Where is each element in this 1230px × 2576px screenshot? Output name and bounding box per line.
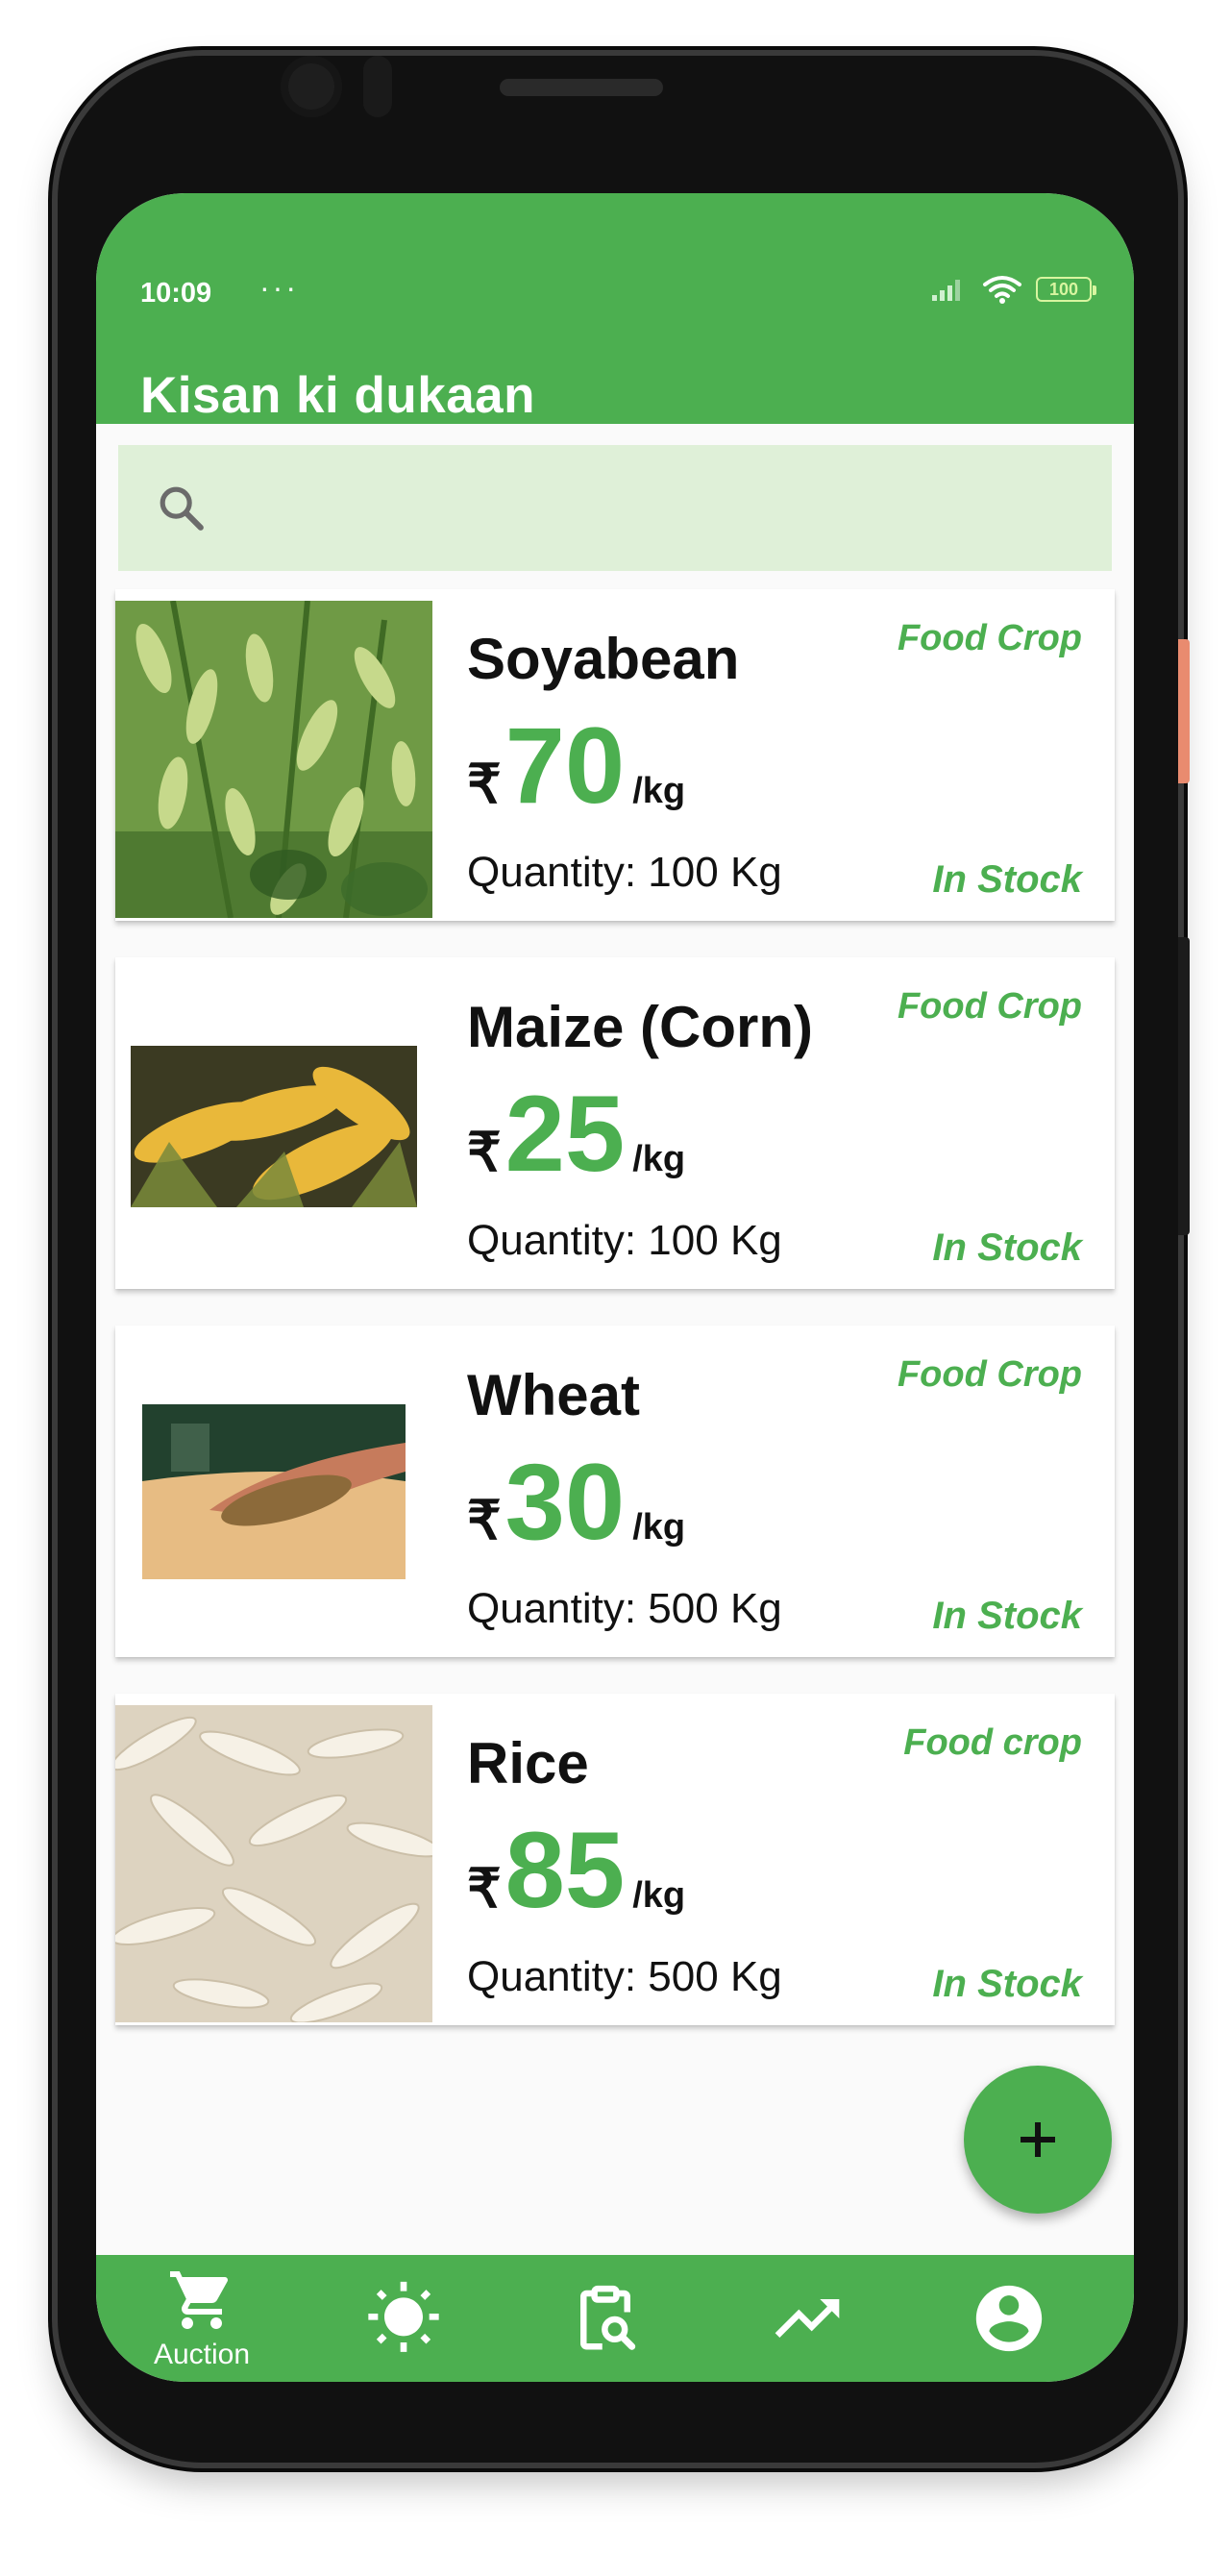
- nav-item-weather[interactable]: [356, 2255, 452, 2382]
- product-card[interactable]: Maize (Corn) Food Crop ₹ 25 /kg Quantity…: [115, 957, 1115, 1289]
- bottom-navigation: Auction: [96, 2255, 1134, 2382]
- price-unit: /kg: [632, 1875, 686, 1916]
- product-category: Food crop: [903, 1722, 1082, 1763]
- app-screen: 10:09 ··· 100 Kisan ki dukaan Soyabean F…: [96, 193, 1134, 2382]
- power-button: [1178, 639, 1190, 783]
- nav-item-auction[interactable]: Auction: [144, 2255, 259, 2382]
- add-product-button[interactable]: [964, 2066, 1112, 2214]
- account-icon: [975, 2285, 1043, 2352]
- product-category: Food Crop: [897, 1354, 1082, 1395]
- stock-status: In Stock: [932, 1595, 1082, 1637]
- nav-item-trends[interactable]: [759, 2255, 855, 2382]
- product-price: 85: [504, 1810, 626, 1930]
- product-name: Maize (Corn): [467, 995, 813, 1059]
- product-card[interactable]: Soyabean Food Crop ₹ 70 /kg Quantity: 10…: [115, 589, 1115, 921]
- price-row: ₹ 85 /kg: [467, 1817, 685, 1924]
- product-quantity: Quantity: 500 Kg: [467, 1585, 782, 1632]
- product-card[interactable]: Wheat Food Crop ₹ 30 /kg Quantity: 500 K…: [115, 1325, 1115, 1657]
- product-card[interactable]: Rice Food crop ₹ 85 /kg Quantity: 500 Kg…: [115, 1694, 1115, 2025]
- battery-icon: 100: [1036, 277, 1096, 302]
- sun-icon: [368, 2281, 439, 2352]
- price-row: ₹ 30 /kg: [467, 1449, 685, 1556]
- soyabean-photo: [115, 601, 432, 918]
- status-time: 10:09: [140, 278, 212, 309]
- price-row: ₹ 70 /kg: [467, 712, 685, 820]
- search-bar[interactable]: [118, 445, 1112, 571]
- status-icons: 100: [930, 274, 1096, 305]
- currency-symbol: ₹: [467, 1122, 502, 1182]
- search-icon[interactable]: [155, 482, 209, 535]
- signal-icon: [932, 280, 960, 301]
- product-quantity: Quantity: 500 Kg: [467, 1953, 782, 2000]
- volume-button: [1178, 937, 1190, 1235]
- stock-status: In Stock: [932, 1226, 1082, 1269]
- product-category: Food Crop: [897, 986, 1082, 1027]
- stock-status: In Stock: [932, 858, 1082, 901]
- product-category: Food Crop: [897, 618, 1082, 658]
- corn-photo: [131, 1046, 417, 1207]
- product-name: Rice: [467, 1731, 589, 1796]
- currency-symbol: ₹: [467, 1858, 502, 1919]
- price-unit: /kg: [632, 1507, 686, 1548]
- status-notification-dots: ···: [259, 270, 299, 305]
- plus-icon: [1021, 2122, 1055, 2157]
- price-unit: /kg: [632, 1139, 686, 1179]
- clipboard-search-icon: [580, 2285, 636, 2350]
- trending-up-icon: [775, 2299, 840, 2338]
- product-price: 70: [504, 706, 626, 826]
- currency-symbol: ₹: [467, 754, 502, 814]
- product-price: 25: [504, 1074, 626, 1194]
- product-price: 30: [504, 1442, 626, 1562]
- product-list: Soyabean Food Crop ₹ 70 /kg Quantity: 10…: [115, 589, 1115, 2062]
- nav-item-orders[interactable]: [557, 2255, 653, 2382]
- product-name: Wheat: [467, 1363, 640, 1427]
- app-bar: 10:09 ··· 100 Kisan ki dukaan: [96, 193, 1134, 424]
- wheat-photo: [142, 1404, 406, 1579]
- price-unit: /kg: [632, 771, 686, 811]
- cart-icon: [170, 2271, 229, 2329]
- product-name: Soyabean: [467, 627, 740, 691]
- search-input[interactable]: [224, 474, 1093, 543]
- rice-photo: [115, 1705, 432, 2022]
- product-quantity: Quantity: 100 Kg: [467, 849, 782, 896]
- phone-body: 10:09 ··· 100 Kisan ki dukaan Soyabean F…: [58, 56, 1178, 2463]
- wifi-icon: [983, 276, 1021, 304]
- nav-label-auction: Auction: [153, 2339, 251, 2370]
- price-row: ₹ 25 /kg: [467, 1080, 685, 1188]
- nav-item-profile[interactable]: [961, 2255, 1057, 2382]
- stock-status: In Stock: [932, 1963, 1082, 2005]
- currency-symbol: ₹: [467, 1490, 502, 1550]
- product-quantity: Quantity: 100 Kg: [467, 1217, 782, 1264]
- app-title: Kisan ki dukaan: [140, 367, 536, 424]
